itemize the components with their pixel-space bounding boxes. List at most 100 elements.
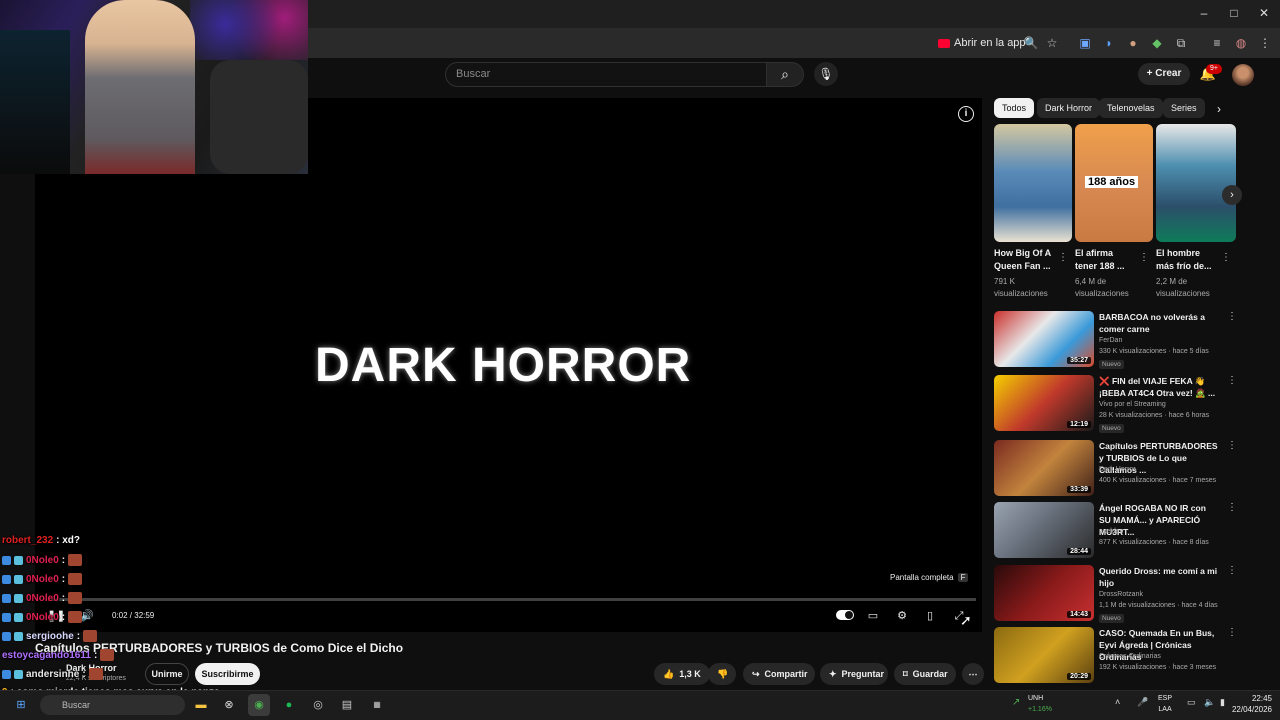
chat-badge-icon [14,631,23,641]
rec-title[interactable]: Querido Dross: me comí a mi hijo [1099,565,1219,589]
chevron-up-icon[interactable]: ˄ [1115,697,1120,707]
close-window-button[interactable]: ✕ [1254,4,1274,22]
rec-thumbnail[interactable]: 33:39 [994,440,1094,496]
extension-icon[interactable]: ● [1124,34,1142,52]
chat-text: : [61,554,66,566]
rec-title[interactable]: BARBACOA no volverás a comer carne [1099,311,1219,335]
extension-icon[interactable]: ◆ [1148,34,1166,52]
search-icon: ⌕ [781,66,789,82]
stock-trend-icon: ↗ [1012,697,1021,708]
more-vert-icon[interactable]: ⋮ [1058,252,1068,263]
search-input[interactable]: Buscar [445,62,767,87]
save-button[interactable]: ⌑ Guardar [894,663,956,685]
extension-icon[interactable]: ◗ [1100,34,1118,52]
short-thumbnail[interactable]: 188 años [1075,124,1153,242]
rec-channel[interactable]: Dark Horror [1099,466,1136,473]
rec-thumbnail[interactable]: 20:29 [994,627,1094,683]
create-button[interactable]: + Crear [1138,63,1190,85]
more-vert-icon[interactable]: ⋮ [1227,627,1237,638]
settings-gear-icon[interactable]: ⚙ [893,607,911,625]
short-title[interactable]: El hombre más frío de... [1156,247,1218,273]
thumbs-up-icon: 👍 [663,669,675,679]
chevron-right-icon[interactable]: › [1210,100,1228,118]
rec-meta: 877 K visualizaciones · hace 8 días [1099,539,1209,546]
more-vert-icon[interactable]: ⋮ [1227,565,1237,576]
rec-duration: 14:43 [1067,611,1091,618]
theater-mode-icon[interactable]: ▯ [921,607,939,625]
more-actions-button[interactable]: ⋯ [962,663,984,685]
more-vert-icon[interactable]: ⋮ [1227,375,1237,386]
like-button[interactable]: 👍 1,3 K [654,663,710,685]
info-icon[interactable]: i [958,106,974,122]
rec-channel[interactable]: axeldee [1099,528,1124,535]
taskbar-search-input[interactable]: Buscar [40,695,185,715]
microphone-icon[interactable]: 🎤 [1137,697,1148,708]
reading-list-icon[interactable]: ≡ [1208,34,1226,52]
autoplay-toggle[interactable] [836,610,854,620]
video-frame-title: DARK HORROR [315,339,692,392]
short-title[interactable]: El afirma tener 188 ... [1075,247,1137,273]
rec-thumbnail[interactable]: 12:19 [994,375,1094,431]
chip-series[interactable]: Series d [1163,98,1205,118]
zoom-icon[interactable]: 🔍 [1022,34,1040,52]
more-vert-icon[interactable]: ⋮ [1221,252,1231,263]
rec-channel[interactable]: DrossRotzank [1099,591,1143,598]
dislike-button[interactable]: 👎 [708,663,736,685]
rec-thumbnail[interactable]: 14:43 [994,565,1094,621]
speaker-icon[interactable]: 🔈 [1204,697,1215,708]
short-thumbnail[interactable] [994,124,1072,242]
chat-badge-icon [2,593,11,603]
account-avatar[interactable] [1232,64,1254,86]
subscribe-button[interactable]: Suscribirme [195,663,260,685]
maximize-button[interactable]: □ [1224,4,1244,22]
more-vert-icon[interactable]: ⋮ [1227,440,1237,451]
bookmark-star-icon[interactable]: ☆ [1043,34,1061,52]
network-icon[interactable]: ▭ [1187,697,1196,708]
chevron-right-icon[interactable]: › [1222,185,1242,205]
subtitles-icon[interactable]: ▭ [864,607,882,625]
spotify-icon[interactable]: ● [278,694,300,716]
rec-channel[interactable]: FerDan [1099,337,1122,344]
microphone-icon: 🎙 [818,67,834,81]
game-icon[interactable]: ▦ [366,694,388,716]
stock-ticker[interactable]: UNH +1.16% [1028,693,1052,715]
rec-channel[interactable]: Crónicas Ordinarias [1099,653,1161,660]
short-title[interactable]: How Big Of A Queen Fan ... [994,247,1056,273]
progress-bar[interactable] [48,598,976,601]
file-explorer-icon[interactable]: ▬ [190,694,212,716]
share-button[interactable]: ↪ Compartir [743,663,815,685]
open-in-app-button[interactable]: Abrir en la app [932,33,1032,53]
chip-todos[interactable]: Todos [994,98,1035,118]
windows-start-icon[interactable]: ⊞ [10,694,32,716]
rec-title[interactable]: ❌ FIN del VIAJE FEKA 👋 ¡BEBA AT4C4 Otra … [1099,375,1219,399]
more-vert-icon[interactable]: ⋮ [1227,502,1237,513]
minimize-button[interactable]: – [1194,4,1214,22]
rec-thumbnail[interactable]: 28:44 [994,502,1094,558]
rec-thumbnail[interactable]: 35:27 [994,311,1094,367]
short-thumbnail[interactable] [1156,124,1236,242]
chip-telenovelas[interactable]: Telenovelas [1099,98,1163,118]
app-icon[interactable]: ◎ [307,694,329,716]
chat-badge-icon [2,555,11,565]
search-button[interactable]: ⌕ [766,62,804,87]
rec-channel[interactable]: Vivo por el Streaming [1099,401,1166,408]
fullscreen-tooltip-label: Pantalla completa [890,573,954,582]
puzzle-extensions-icon[interactable]: ⧉ [1172,34,1190,52]
more-vert-icon[interactable]: ⋮ [1227,311,1237,322]
new-badge: Nuevo [1099,614,1124,623]
browser-menu-icon[interactable]: ⋮ [1256,34,1274,52]
voice-search-button[interactable]: 🎙 [814,62,838,86]
more-vert-icon[interactable]: ⋮ [1139,252,1149,263]
share-icon: ↪ [752,669,760,679]
chip-dark-horror[interactable]: Dark Horror [1037,98,1101,118]
join-button[interactable]: Unirme [145,663,189,685]
app-icon[interactable]: ⊗ [218,694,240,716]
ask-button[interactable]: ✦ Preguntar [820,663,888,685]
rec-duration: 20:29 [1067,673,1091,680]
input-language[interactable]: ESP LAA [1158,693,1172,715]
profile-icon[interactable]: ◍ [1232,34,1250,52]
app-icon[interactable]: ▤ [336,694,358,716]
chrome-icon[interactable]: ◉ [248,694,270,716]
system-clock[interactable]: 22:45 22/04/2026 [1222,693,1272,715]
translate-extension-icon[interactable]: ▣ [1076,34,1094,52]
